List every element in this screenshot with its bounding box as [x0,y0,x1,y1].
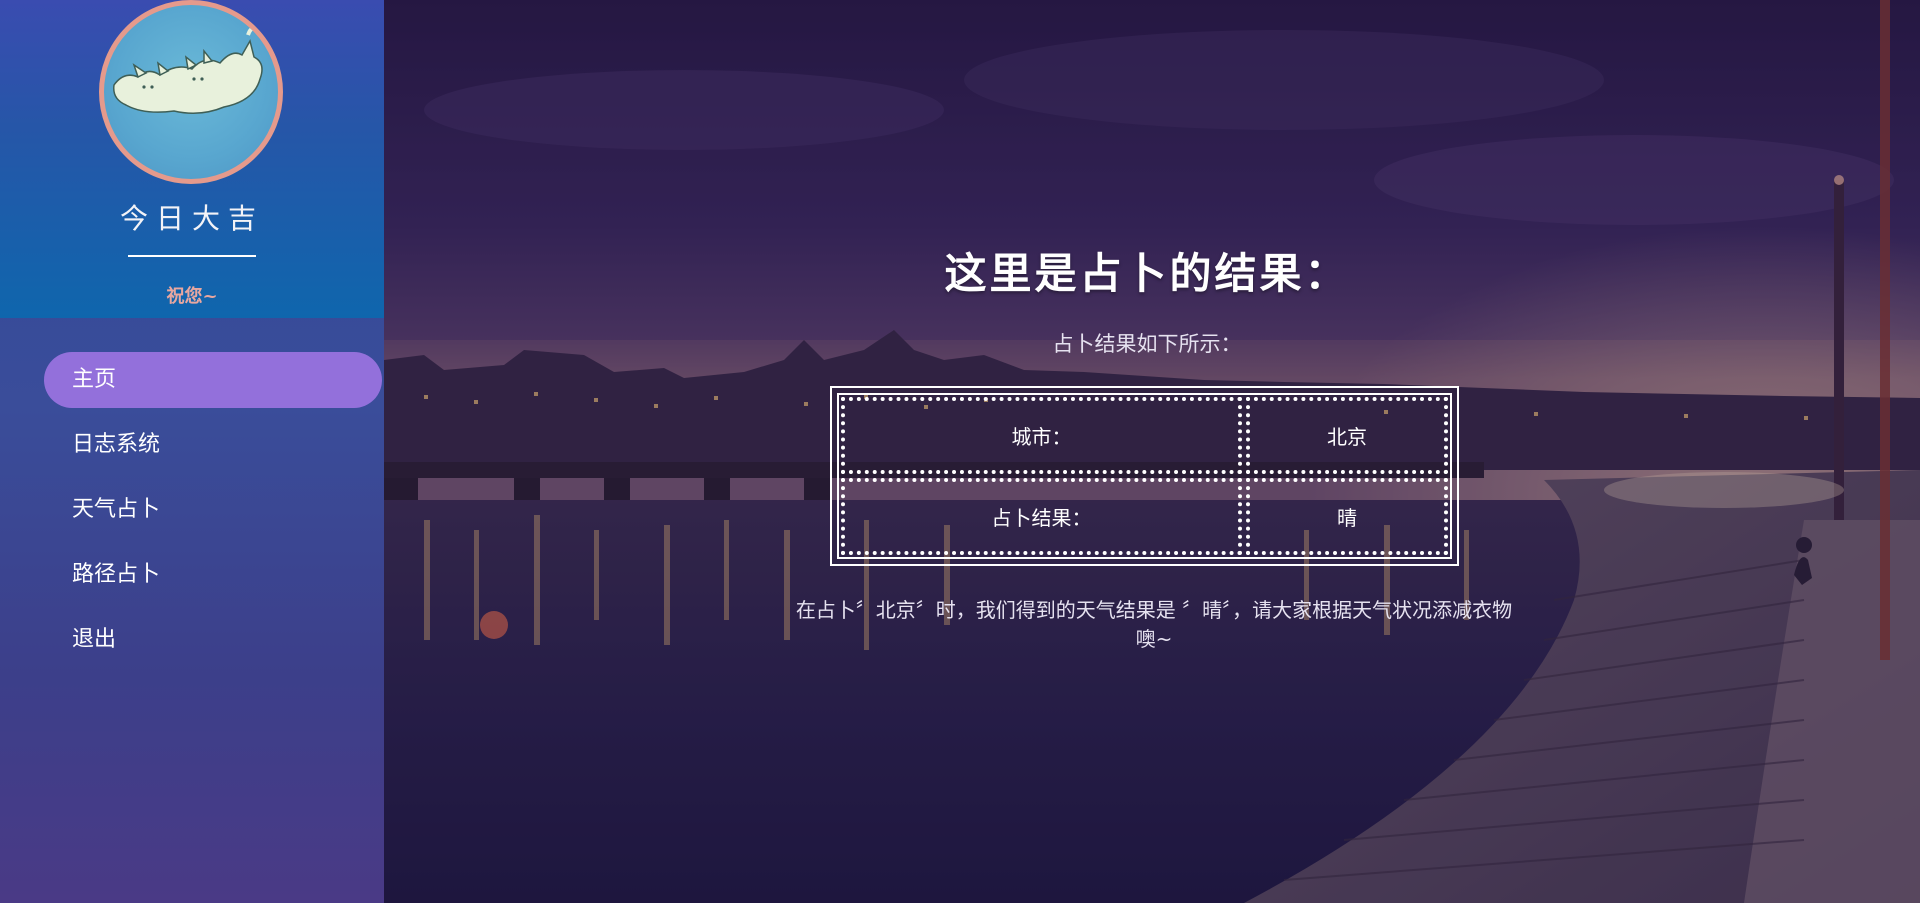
page-subtitle: 占卜结果如下所示： [1052,332,1242,356]
app-window: 今日大吉 祝您~ 主页 日志系统 天气占卜 路径占卜 退出 这里是占卜的结果： … [0,0,1920,903]
sidebar-item-logout[interactable]: 退出 [44,612,384,668]
sidebar-item-route-divination[interactable]: 路径占卜 [44,547,384,603]
sidebar-item-home[interactable]: 主页 [44,352,382,408]
result-note: 在占卜〞北京〞时，我们得到的天气结果是 〞晴〞，请大家根据天气状况添减衣物噢~ [795,598,1513,651]
table-cell-city-label: 城市： [841,397,1242,474]
table-cell-result-label: 占卜结果： [841,478,1242,555]
avatar[interactable] [99,0,283,184]
sidebar-item-weather-divination[interactable]: 天气占卜 [44,482,384,538]
cats-avatar-icon [113,26,263,114]
sidebar-header: 今日大吉 祝您~ [0,0,384,318]
sidebar: 今日大吉 祝您~ 主页 日志系统 天气占卜 路径占卜 退出 [0,0,384,903]
brand-subtitle: 祝您~ [166,286,218,307]
page-title: 这里是占卜的结果： [944,249,1350,298]
table-cell-city-value: 北京 [1246,397,1448,474]
result-table-grid: 城市： 北京 占卜结果： 晴 [837,393,1452,559]
main-content: 这里是占卜的结果： 占卜结果如下所示： 城市： 北京 占卜结果： 晴 在占卜〞北… [384,0,1920,903]
brand-divider [128,255,256,257]
brand-title: 今日大吉 [119,202,264,235]
result-table: 城市： 北京 占卜结果： 晴 [830,386,1459,566]
sidebar-item-log-system[interactable]: 日志系统 [44,417,384,473]
table-cell-result-value: 晴 [1246,478,1448,555]
sidebar-nav: 主页 日志系统 天气占卜 路径占卜 退出 [0,352,384,677]
